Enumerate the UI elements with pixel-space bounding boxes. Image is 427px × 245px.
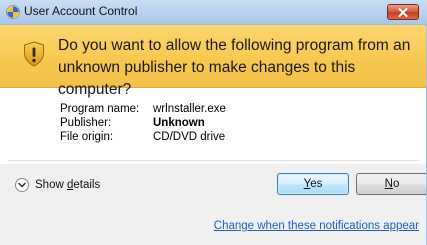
yes-button[interactable]: Yes <box>277 173 349 195</box>
warning-shield-icon <box>24 41 44 67</box>
divider <box>8 160 419 161</box>
program-name-label: Program name: <box>60 103 140 115</box>
window-title: User Account Control <box>24 4 138 18</box>
program-name-value: wrlnstaller.exe <box>153 103 226 115</box>
publisher-value: Unknown <box>153 117 205 129</box>
no-button-label: No <box>384 178 400 190</box>
no-button[interactable]: No <box>356 173 427 195</box>
consent-question: Do you want to allow the following progr… <box>58 37 411 98</box>
uac-dialog: User Account Control Do you want to allo… <box>0 0 427 245</box>
close-icon <box>398 7 408 17</box>
show-details-label: Show details <box>35 179 101 191</box>
publisher-label: Publisher: <box>60 117 112 129</box>
chevron-down-icon <box>15 178 29 192</box>
close-button[interactable] <box>387 4 419 20</box>
show-details-toggle[interactable]: Show details <box>15 178 100 192</box>
file-origin-label: File origin: <box>60 131 114 143</box>
notification-settings-link[interactable]: Change when these notifications appear <box>214 220 419 232</box>
yes-button-label: Yes <box>303 178 323 190</box>
uac-shield-icon <box>6 5 20 19</box>
file-origin-value: CD/DVD drive <box>153 131 226 143</box>
title-bar: User Account Control <box>0 0 427 25</box>
